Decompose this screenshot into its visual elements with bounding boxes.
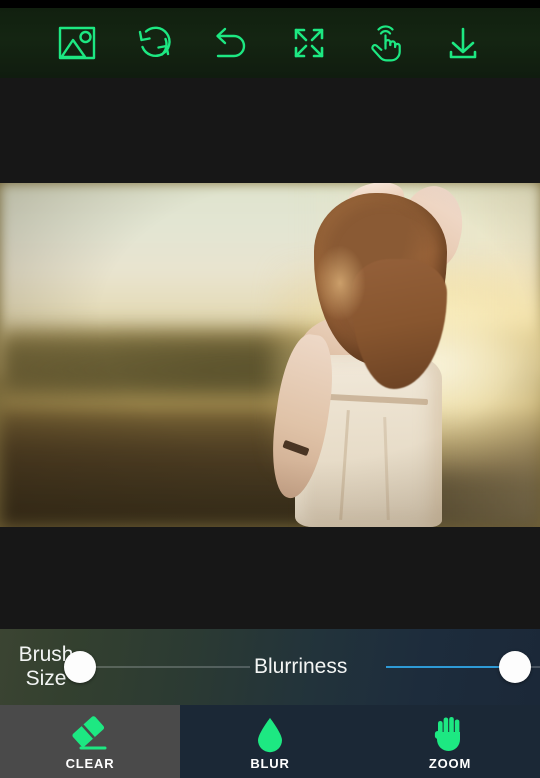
blurriness-slider[interactable]: [386, 649, 540, 685]
brush-size-track: [80, 666, 250, 668]
water-drop-icon: [255, 713, 285, 753]
fullscreen-icon[interactable]: [283, 17, 335, 69]
status-bar: [0, 0, 540, 8]
blurriness-label: Blurriness: [254, 655, 348, 678]
tab-zoom[interactable]: ZOOM: [360, 705, 540, 778]
tab-blur[interactable]: BLUR: [180, 705, 360, 778]
tab-clear-label: CLEAR: [65, 755, 115, 771]
touch-tap-icon[interactable]: [360, 17, 412, 69]
brush-size-slider[interactable]: [64, 649, 250, 685]
tab-blur-label: BLUR: [250, 755, 290, 771]
blurriness-fill: [386, 666, 516, 668]
eraser-icon: [68, 713, 112, 753]
top-toolbar: [0, 8, 540, 78]
bottom-tab-bar: CLEAR BLUR ZOOM: [0, 705, 540, 778]
refresh-icon[interactable]: [128, 17, 180, 69]
undo-icon[interactable]: [205, 17, 257, 69]
download-icon[interactable]: [437, 17, 489, 69]
photo-vignette: [0, 183, 540, 527]
blurriness-slider-group: Blurriness: [250, 629, 540, 705]
tab-zoom-label: ZOOM: [428, 755, 472, 771]
brush-size-thumb[interactable]: [64, 651, 96, 683]
gallery-icon[interactable]: [51, 17, 103, 69]
image-blur-editor-screen: Brush Size Blurriness CLEAR BLUR ZOOM: [0, 0, 540, 778]
hand-icon: [433, 713, 467, 753]
brush-size-slider-group: Brush Size: [0, 629, 250, 705]
blurriness-thumb[interactable]: [499, 651, 532, 683]
slider-panel: Brush Size Blurriness: [0, 629, 540, 705]
edited-photo[interactable]: [0, 183, 540, 527]
editor-canvas[interactable]: [0, 78, 540, 629]
tab-clear[interactable]: CLEAR: [0, 705, 180, 778]
